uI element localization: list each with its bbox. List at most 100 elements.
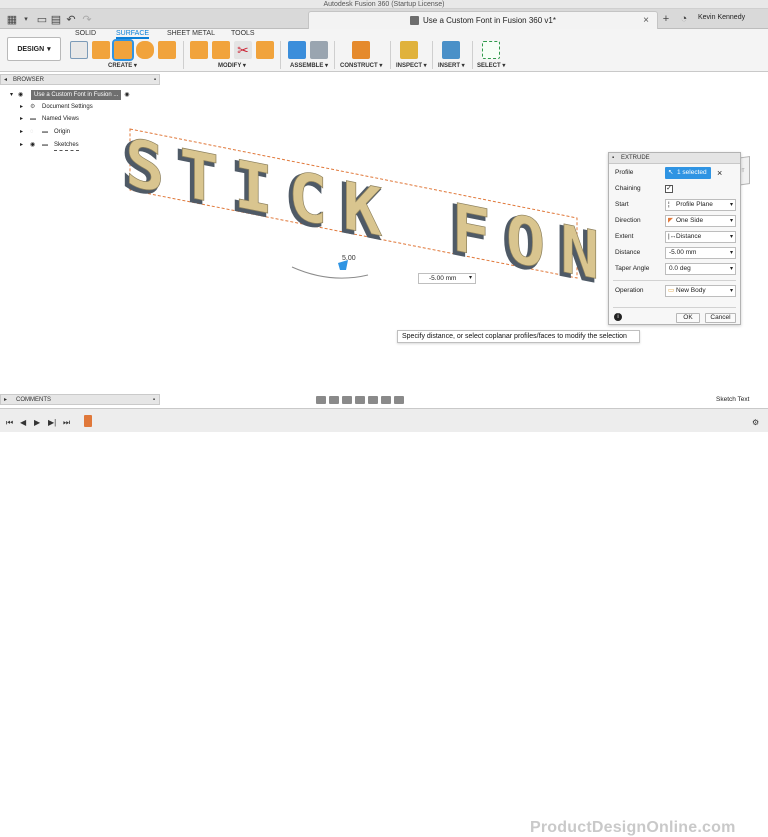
eye-hidden-icon[interactable]: ◌ <box>30 127 42 137</box>
pin-icon[interactable]: ▪ <box>153 395 155 405</box>
tab-tools[interactable]: TOOLS <box>231 30 255 37</box>
tree-item-document-settings[interactable]: ▸ ⚙ Document Settings <box>20 102 93 112</box>
chevron-down-icon: ▾ <box>729 250 733 256</box>
start-select[interactable]: ¦ Profile Plane ▾ <box>665 199 736 211</box>
collapse-icon[interactable]: ◂ <box>4 75 7 85</box>
fillet-icon[interactable] <box>212 41 230 59</box>
add-tab-icon[interactable]: + <box>660 12 672 26</box>
clear-selection-icon[interactable]: × <box>717 167 722 179</box>
undo-icon[interactable]: ↶ <box>65 12 77 26</box>
collapse-icon[interactable]: ▪ <box>612 153 614 164</box>
tab-surface[interactable]: SURFACE <box>116 30 150 39</box>
cancel-button[interactable]: Cancel <box>705 313 736 323</box>
display-settings-icon[interactable] <box>368 395 378 404</box>
document-tab[interactable]: Use a Custom Font in Fusion 360 v1* × <box>308 11 658 29</box>
chaining-checkbox[interactable]: ✓ <box>665 185 673 193</box>
distance-input-inline[interactable]: -5.00 mm ▾ <box>418 273 476 284</box>
redo-icon[interactable]: ↷ <box>81 12 93 26</box>
tab-sheet-metal[interactable]: SHEET METAL <box>167 30 215 37</box>
info-icon[interactable]: i <box>614 313 622 321</box>
select-icon[interactable] <box>482 41 500 59</box>
browser-header[interactable]: ◂ BROWSER ▪ <box>0 74 160 85</box>
tree-item-origin[interactable]: ▸ ◌ ▬ Origin <box>20 127 70 137</box>
step-forward-icon[interactable]: ▶| <box>48 418 56 427</box>
chevron-right-icon[interactable]: ▸ <box>20 114 30 124</box>
expand-icon[interactable]: ▸ <box>4 395 7 405</box>
fast-forward-icon[interactable]: ⏭ <box>63 418 70 428</box>
tab-solid[interactable]: SOLID <box>75 30 96 37</box>
distance-icon: |↔ <box>668 233 677 240</box>
sweep-icon[interactable] <box>158 41 176 59</box>
cursor-icon: ↖ <box>668 169 674 176</box>
viewports-icon[interactable] <box>394 395 404 404</box>
direction-select[interactable]: ◤ One Side ▾ <box>665 215 736 227</box>
extrude-dialog-header[interactable]: ▪ EXTRUDE <box>609 153 740 164</box>
group-construct[interactable]: CONSTRUCT ▾ <box>340 62 382 69</box>
pan-icon[interactable] <box>329 395 339 404</box>
group-inspect[interactable]: INSPECT ▾ <box>396 62 427 69</box>
extrude-active-icon[interactable] <box>112 39 134 61</box>
record-icon[interactable]: ◉ <box>124 90 129 100</box>
extent-value: Distance <box>676 233 702 240</box>
save-icon[interactable]: ▤ <box>50 12 62 26</box>
timeline-bar: ⏮ ◀ ▶ ▶| ⏭ ProductDesignOnline.com ⚙ <box>0 408 768 836</box>
close-icon[interactable]: × <box>643 15 649 26</box>
group-assemble-label: ASSEMBLE <box>290 63 324 69</box>
clock-icon[interactable]: ◔ <box>678 12 690 26</box>
file-icon[interactable]: ▭ <box>36 12 48 26</box>
revolve-icon[interactable] <box>136 41 154 59</box>
extent-select[interactable]: |↔ Distance ▾ <box>665 231 736 243</box>
chevron-down-icon[interactable]: ▾ <box>22 12 30 26</box>
tree-item-label: Sketches <box>54 140 79 151</box>
chevron-right-icon[interactable]: ▸ <box>20 127 30 137</box>
pin-icon[interactable]: ▪ <box>154 75 156 85</box>
operation-label: Operation <box>615 287 644 294</box>
group-insert[interactable]: INSERT ▾ <box>438 62 465 69</box>
group-select[interactable]: SELECT ▾ <box>477 62 505 69</box>
ok-button[interactable]: OK <box>676 313 700 323</box>
group-create[interactable]: CREATE ▾ <box>108 62 137 69</box>
step-back-icon[interactable]: ◀ <box>20 418 26 427</box>
user-name[interactable]: Kevin Kennedy <box>698 14 745 21</box>
workspace-switcher[interactable]: DESIGN ▾ <box>7 37 61 61</box>
create-sketch-icon[interactable] <box>70 41 88 59</box>
play-icon[interactable]: ▶ <box>34 418 40 427</box>
stitch-icon[interactable] <box>256 41 274 59</box>
group-modify[interactable]: MODIFY ▾ <box>218 62 246 69</box>
chevron-right-icon[interactable]: ▸ <box>20 140 30 150</box>
chevron-right-icon[interactable]: ▸ <box>20 102 30 112</box>
timeline-feature-marker[interactable] <box>84 415 92 427</box>
chevron-down-icon[interactable]: ▾ <box>469 274 472 283</box>
measure-icon[interactable] <box>400 41 418 59</box>
tree-item-sketches[interactable]: ▸ ◉ ▬ Sketches <box>20 140 79 151</box>
eye-icon[interactable]: ◉ <box>30 140 42 150</box>
extrude-title: EXTRUDE <box>621 155 650 161</box>
joint-icon[interactable] <box>310 41 328 59</box>
rewind-icon[interactable]: ⏮ <box>6 418 13 428</box>
group-inspect-label: INSPECT <box>396 63 423 69</box>
extrude-icon[interactable] <box>92 41 110 59</box>
fit-icon[interactable] <box>355 395 365 404</box>
insert-image-icon[interactable] <box>442 41 460 59</box>
comments-panel-header[interactable]: ▸ COMMENTS ▪ <box>0 394 160 405</box>
chevron-down-icon[interactable]: ▾ <box>10 90 18 100</box>
zoom-icon[interactable] <box>342 395 352 404</box>
operation-select[interactable]: ▭ New Body ▾ <box>665 285 736 297</box>
scissors-icon[interactable]: ✂ <box>234 41 252 59</box>
tree-root[interactable]: ▾ ◉ Use a Custom Font in Fusion ... ◉ <box>10 90 158 100</box>
orbit-icon[interactable] <box>316 395 326 404</box>
start-label: Start <box>615 201 629 208</box>
grid-icon[interactable]: ▦ <box>6 12 18 26</box>
group-assemble[interactable]: ASSEMBLE ▾ <box>290 62 328 69</box>
tree-item-named-views[interactable]: ▸ ▬ Named Views <box>20 114 79 124</box>
taper-input[interactable]: 0.0 deg ▾ <box>665 263 736 275</box>
distance-input[interactable]: -5.00 mm ▾ <box>665 247 736 259</box>
offset-plane-icon[interactable] <box>352 41 370 59</box>
new-component-icon[interactable] <box>288 41 306 59</box>
settings-icon[interactable]: ⚙ <box>752 418 759 427</box>
taper-value: 0.0 deg <box>669 265 691 272</box>
eye-icon[interactable]: ◉ <box>18 90 28 100</box>
profile-select-button[interactable]: ↖ 1 selected <box>665 167 711 179</box>
grid-settings-icon[interactable] <box>381 395 391 404</box>
press-pull-icon[interactable] <box>190 41 208 59</box>
